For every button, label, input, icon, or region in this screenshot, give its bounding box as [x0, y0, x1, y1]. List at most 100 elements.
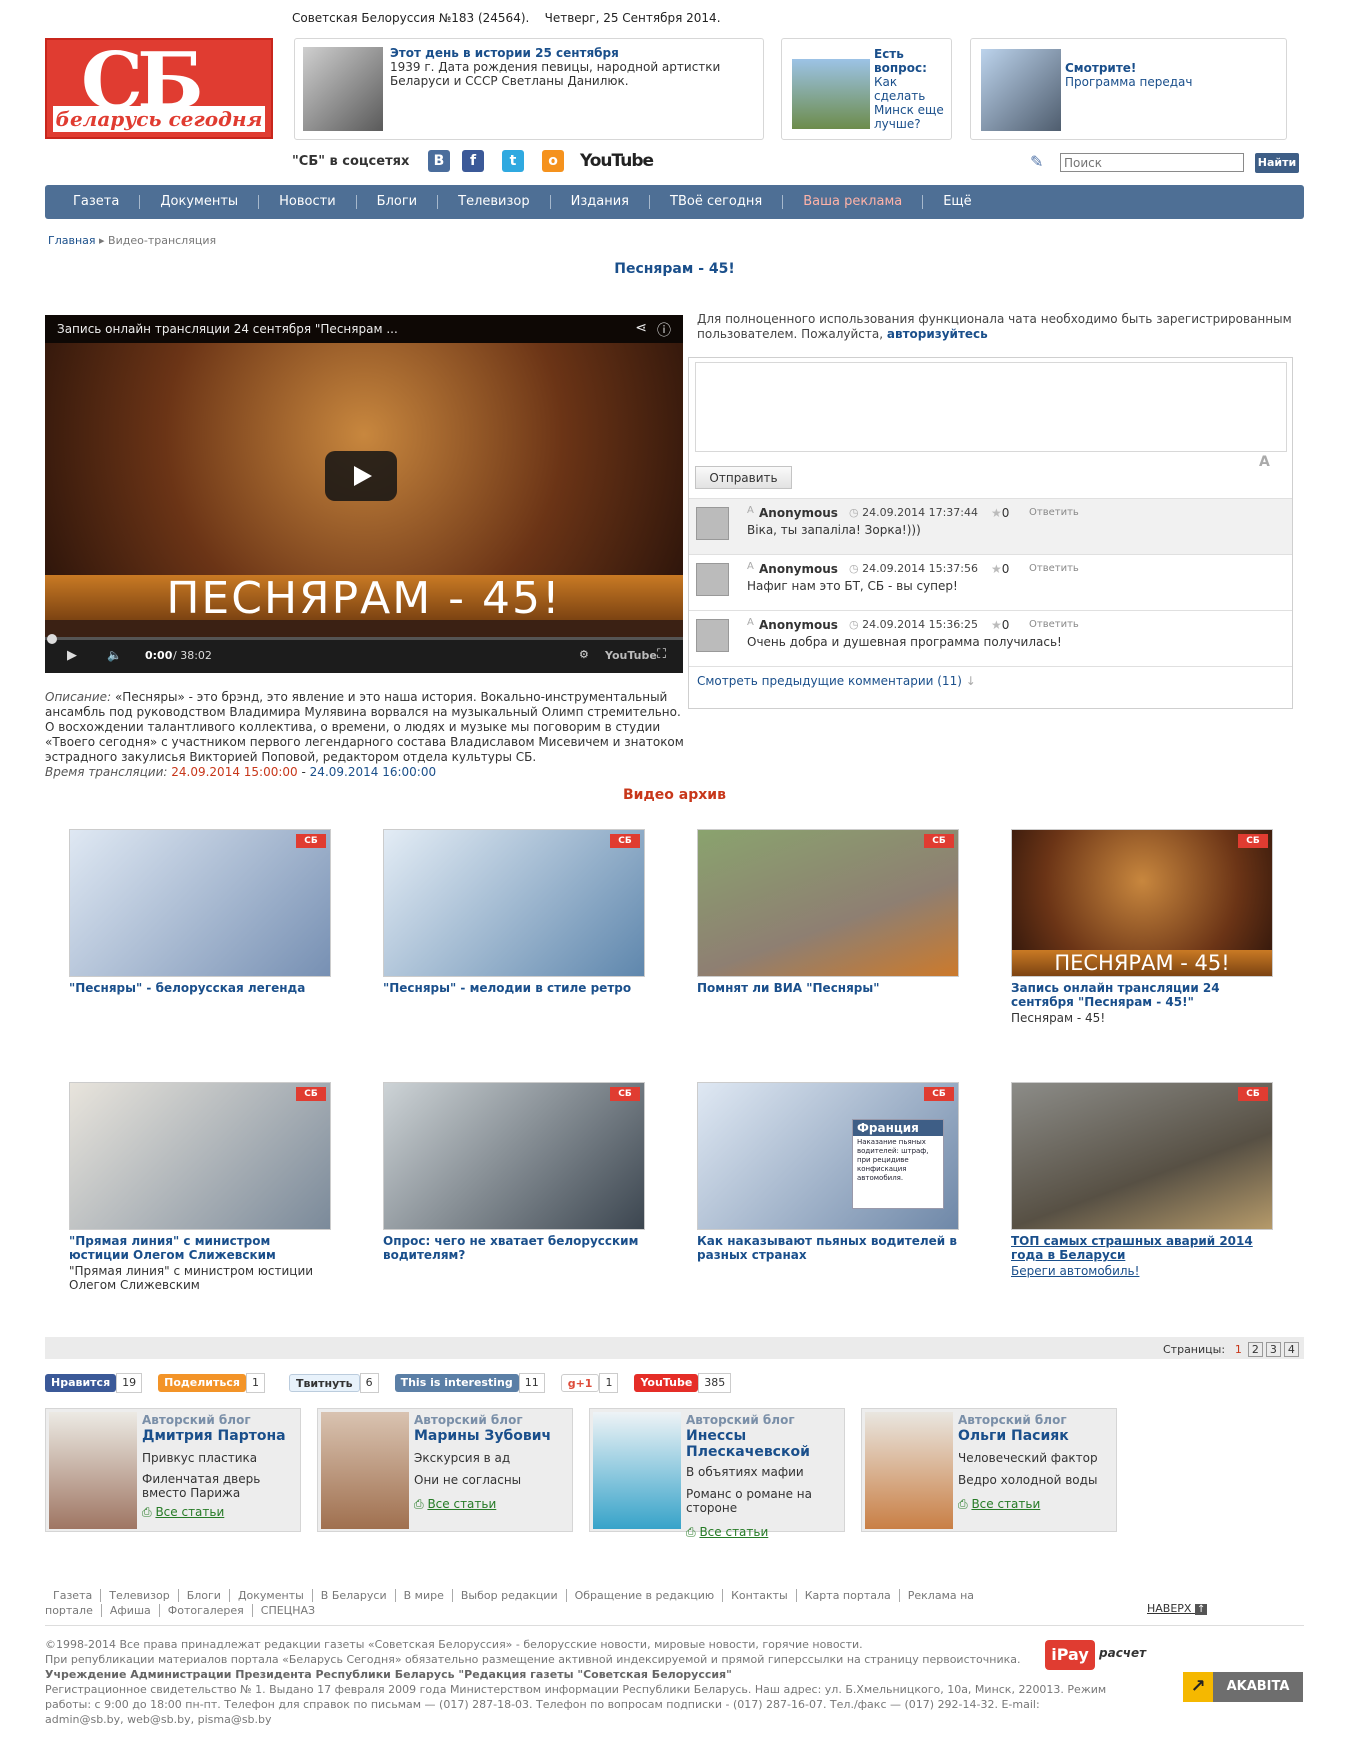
- all-articles-link[interactable]: ⎙ Все статьи: [958, 1497, 1040, 1512]
- blog-post[interactable]: В объятиях мафии: [686, 1465, 836, 1479]
- history-promo[interactable]: Этот день в истории 25 сентября 1939 г. …: [294, 38, 764, 140]
- archive-item[interactable]: СБ ПЕСНЯРАМ - 45! Запись онлайн трансляц…: [1011, 829, 1273, 1025]
- comment-rating[interactable]: ★0: [991, 506, 1009, 520]
- nav-documents[interactable]: Документы: [140, 195, 260, 209]
- video-thumbnail[interactable]: СБ ПЕСНЯРАМ - 45!: [1011, 829, 1273, 977]
- history-title[interactable]: Этот день в истории 25 сентября: [390, 46, 619, 60]
- progress-bar[interactable]: [45, 637, 683, 640]
- video-title[interactable]: Запись онлайн трансляции 24 сентября "Пе…: [57, 322, 398, 336]
- page-3[interactable]: 3: [1265, 1342, 1281, 1357]
- page-2[interactable]: 2: [1247, 1342, 1263, 1357]
- watch-title[interactable]: Смотрите!: [1065, 61, 1136, 75]
- youtube-logo[interactable]: YouTube: [605, 649, 657, 662]
- nav-blogs[interactable]: Блоги: [357, 195, 439, 209]
- search-input[interactable]: [1060, 153, 1244, 172]
- question-promo[interactable]: Есть вопрос: Как сделать Минск еще лучше…: [781, 38, 952, 140]
- facebook-like-button[interactable]: Нравится: [45, 1374, 117, 1392]
- chat-textarea[interactable]: [695, 362, 1287, 452]
- all-articles-link[interactable]: ⎙ Все статьи: [142, 1505, 224, 1520]
- all-articles-link[interactable]: ⎙ Все статьи: [414, 1497, 496, 1512]
- login-link[interactable]: авторизуйтесь: [887, 327, 988, 341]
- ipay-logo[interactable]: iPay: [1045, 1640, 1095, 1670]
- blog-card[interactable]: Авторский блог Марины Зубович Экскурсия …: [317, 1408, 573, 1532]
- video-thumbnail[interactable]: СБ: [697, 829, 959, 977]
- archive-item[interactable]: СБ ТОП самых страшных аварий 2014 года в…: [1011, 1082, 1273, 1278]
- footer-link[interactable]: СПЕЦНАЗ: [253, 1604, 323, 1617]
- footer-link[interactable]: В мире: [395, 1589, 453, 1602]
- archive-item[interactable]: СБ Опрос: чего не хватает белорусским во…: [383, 1082, 645, 1262]
- blog-post[interactable]: Человеческий фактор: [958, 1451, 1108, 1465]
- more-comments-link[interactable]: Смотреть предыдущие комментарии (11) ↓: [697, 674, 976, 688]
- video-player[interactable]: Запись онлайн трансляции 24 сентября "Пе…: [45, 315, 683, 673]
- footer-link[interactable]: Документы: [229, 1589, 313, 1602]
- blog-author[interactable]: Дмитрия Партона: [142, 1428, 298, 1444]
- volume-icon[interactable]: 🔈: [107, 648, 122, 662]
- breadcrumb-home[interactable]: Главная: [48, 234, 96, 247]
- nav-tv[interactable]: Телевизор: [438, 195, 551, 209]
- archive-item[interactable]: СБ "Прямая линия" с министром юстиции Ол…: [69, 1082, 331, 1292]
- search-button[interactable]: Найти: [1255, 153, 1299, 173]
- video-caption[interactable]: Опрос: чего не хватает белорусским водит…: [383, 1234, 645, 1262]
- comment-rating[interactable]: ★0: [991, 618, 1009, 632]
- footer-link[interactable]: Контакты: [723, 1589, 797, 1602]
- share-icon[interactable]: ⋖: [635, 320, 647, 336]
- watch-text[interactable]: Программа передач: [1065, 75, 1193, 89]
- nav-news[interactable]: Новости: [259, 195, 357, 209]
- reply-link[interactable]: Ответить: [1029, 507, 1079, 518]
- vk-icon[interactable]: В: [428, 150, 450, 172]
- tv-promo[interactable]: Смотрите! Программа передач: [970, 38, 1287, 140]
- all-articles-link[interactable]: ⎙ Все статьи: [686, 1525, 768, 1540]
- blog-author[interactable]: Ольги Пасияк: [958, 1428, 1114, 1444]
- fullscreen-icon[interactable]: ⛶: [657, 647, 666, 662]
- footer-link[interactable]: Телевизор: [101, 1589, 179, 1602]
- video-caption[interactable]: "Прямая линия" с министром юстиции Олего…: [69, 1234, 331, 1262]
- blog-card[interactable]: Авторский блог Ольги Пасияк Человеческий…: [861, 1408, 1117, 1532]
- ok-share-button[interactable]: Поделиться: [158, 1374, 246, 1392]
- footer-link[interactable]: Блоги: [178, 1589, 230, 1602]
- page-4[interactable]: 4: [1283, 1342, 1299, 1357]
- blog-card[interactable]: Авторский блог Инессы Плескачевской В об…: [589, 1408, 845, 1539]
- question-title[interactable]: Есть вопрос:: [874, 47, 951, 75]
- archive-item[interactable]: СБ Франция Наказание пьяных водителей: ш…: [697, 1082, 959, 1262]
- youtube-icon[interactable]: YouTube: [580, 151, 654, 171]
- footer-link[interactable]: Выбор редакции: [452, 1589, 567, 1602]
- play-icon[interactable]: ▶: [67, 648, 77, 663]
- footer-link[interactable]: Газета: [45, 1589, 102, 1602]
- video-caption[interactable]: Помнят ли ВИА "Песняры": [697, 981, 959, 995]
- comment-rating[interactable]: ★0: [991, 562, 1009, 576]
- blog-author[interactable]: Инессы Плескачевской: [686, 1428, 842, 1460]
- video-caption[interactable]: Как наказывают пьяных водителей в разных…: [697, 1234, 959, 1262]
- nav-advertising[interactable]: Ваша реклама: [783, 195, 924, 209]
- video-thumbnail[interactable]: СБ Франция Наказание пьяных водителей: ш…: [697, 1082, 959, 1230]
- blog-post[interactable]: Ведро холодной воды: [958, 1473, 1108, 1487]
- video-subcaption[interactable]: Береги автомобиль!: [1011, 1264, 1273, 1278]
- gplus-button[interactable]: g+1: [560, 1374, 600, 1392]
- akavita-counter[interactable]: ↗ AKABITA: [1183, 1672, 1303, 1702]
- blog-post[interactable]: Они не согласны: [414, 1473, 564, 1487]
- video-caption[interactable]: ТОП самых страшных аварий 2014 года в Бе…: [1011, 1234, 1273, 1262]
- nav-more[interactable]: Ещё: [923, 195, 991, 209]
- reply-link[interactable]: Ответить: [1029, 619, 1079, 630]
- video-caption[interactable]: "Песняры" - белорусская легенда: [69, 981, 331, 995]
- tweet-button[interactable]: Твитнуть: [288, 1374, 360, 1392]
- blog-card[interactable]: Авторский блог Дмитрия Партона Привкус п…: [45, 1408, 301, 1532]
- archive-item[interactable]: СБ Помнят ли ВИА "Песняры": [697, 829, 959, 995]
- archive-item[interactable]: СБ "Песняры" - белорусская легенда: [69, 829, 331, 995]
- blog-post[interactable]: Филенчатая дверь вместо Парижа: [142, 1472, 292, 1500]
- reply-link[interactable]: Ответить: [1029, 563, 1079, 574]
- info-icon[interactable]: ⓘ: [657, 320, 671, 340]
- video-caption[interactable]: Запись онлайн трансляции 24 сентября "Пе…: [1011, 981, 1273, 1009]
- archive-item[interactable]: СБ "Песняры" - мелодии в стиле ретро: [383, 829, 645, 995]
- footer-link[interactable]: В Беларуси: [312, 1589, 396, 1602]
- page-1[interactable]: 1: [1232, 1343, 1245, 1356]
- nav-gazeta[interactable]: Газета: [53, 195, 141, 209]
- back-to-top[interactable]: НАВЕРХ ↑: [1147, 1602, 1208, 1615]
- youtube-subscribe-button[interactable]: YouTube: [634, 1374, 699, 1392]
- question-text[interactable]: Как сделать Минск еще лучше?: [874, 75, 949, 131]
- video-thumbnail[interactable]: СБ: [69, 1082, 331, 1230]
- footer-link[interactable]: Обращение в редакцию: [566, 1589, 724, 1602]
- video-thumbnail[interactable]: СБ: [383, 1082, 645, 1230]
- footer-link[interactable]: Карта портала: [796, 1589, 900, 1602]
- blog-post[interactable]: Привкус пластика: [142, 1451, 292, 1465]
- footer-link[interactable]: Фотогалерея: [159, 1604, 253, 1617]
